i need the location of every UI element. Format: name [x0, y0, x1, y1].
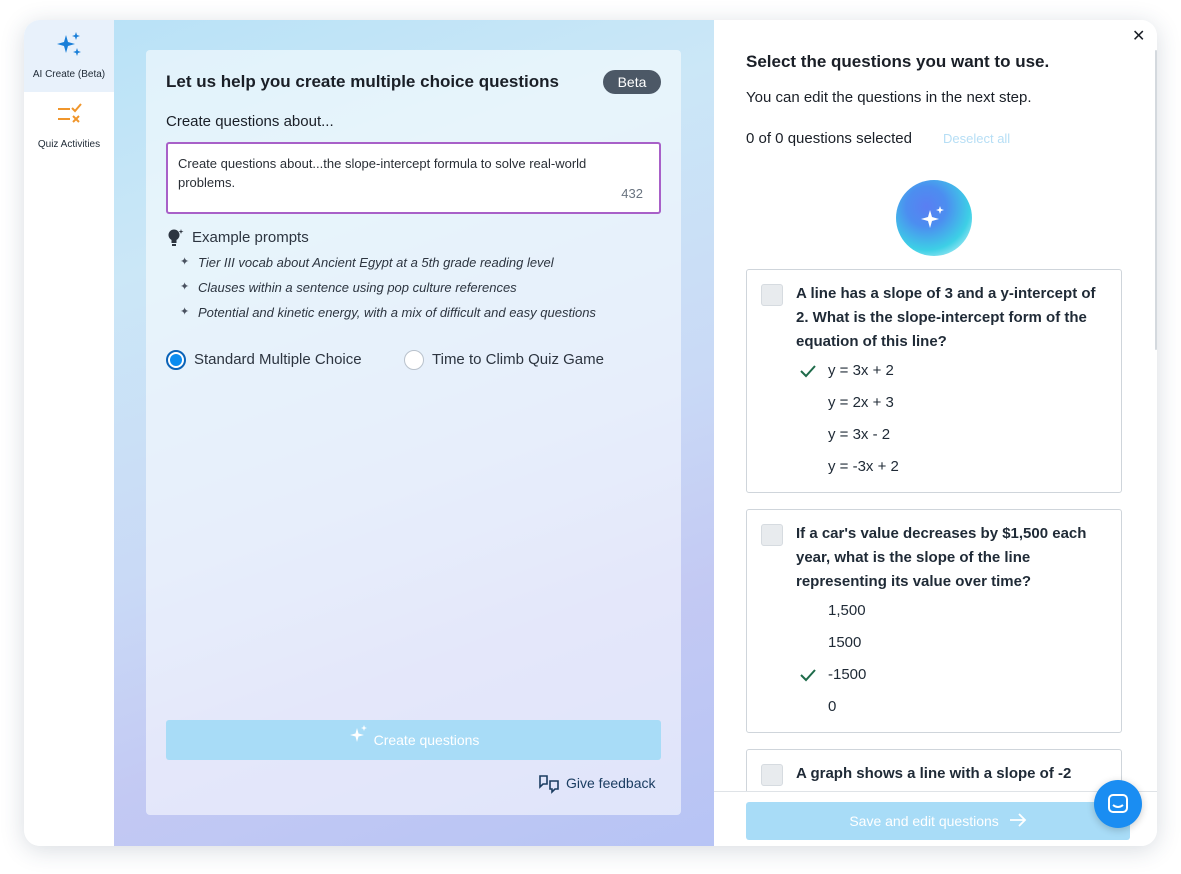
ai-orb-icon — [896, 180, 972, 256]
sparkle-icon: ✦ — [180, 281, 190, 293]
selected-count: 0 of 0 questions selected — [746, 130, 912, 147]
sparkles-icon — [348, 721, 370, 761]
create-panel: Let us help you create multiple choice q… — [114, 20, 714, 846]
sparkle-icon: ✦ — [180, 306, 190, 318]
deselect-all-button[interactable]: Deselect all — [943, 131, 1010, 146]
lightbulb-icon — [166, 228, 186, 252]
topic-input[interactable]: Create questions about...the slope-inter… — [166, 142, 661, 214]
answer-option: y = 3x + 2 — [828, 362, 894, 379]
create-card: Let us help you create multiple choice q… — [146, 50, 681, 815]
question-text: A graph shows a line with a slope of -2 — [796, 765, 1072, 782]
chat-icon — [1107, 793, 1129, 820]
beta-badge: Beta — [603, 70, 661, 94]
question-text: A line has a slope of 3 and a y-intercep… — [796, 285, 1096, 350]
radio-button-selected — [166, 350, 186, 370]
create-questions-button[interactable]: Create questions — [166, 720, 661, 760]
close-icon[interactable]: ✕ — [1132, 26, 1145, 46]
questions-subtitle: You can edit the questions in the next s… — [746, 89, 1032, 106]
ai-create-modal: AI Create (Beta) Quiz Activities Let us … — [24, 20, 1157, 846]
answer-option: 0 — [828, 698, 837, 715]
save-and-edit-button[interactable]: Save and edit questions — [746, 802, 1130, 840]
correct-check-icon — [799, 668, 817, 687]
question-checkbox[interactable] — [761, 764, 783, 786]
answer-option: -1500 — [828, 666, 867, 683]
arrow-right-icon — [1009, 803, 1027, 841]
questions-title: Select the questions you want to use. — [746, 52, 1050, 71]
sparkles-icon — [24, 20, 114, 65]
sidebar: AI Create (Beta) Quiz Activities — [24, 20, 114, 846]
sidebar-item-quiz-activities[interactable]: Quiz Activities — [24, 92, 114, 162]
questions-panel: ✕ Select the questions you want to use. … — [714, 20, 1157, 846]
topic-label: Create questions about... — [166, 113, 334, 130]
answer-option: 1,500 — [828, 602, 866, 619]
answer-option: y = -3x + 2 — [828, 458, 899, 475]
question-text: If a car's value decreases by $1,500 eac… — [796, 525, 1087, 590]
topic-input-value: Create questions about...the slope-inter… — [178, 156, 587, 190]
page-title: Let us help you create multiple choice q… — [166, 72, 559, 91]
scrollbar[interactable] — [1155, 50, 1157, 350]
question-card: If a car's value decreases by $1,500 eac… — [746, 509, 1122, 733]
questions-footer: Save and edit questions — [714, 791, 1157, 846]
sidebar-item-label: AI Create (Beta) — [32, 69, 106, 80]
question-checkbox[interactable] — [761, 284, 783, 306]
answer-option: y = 3x - 2 — [828, 426, 891, 443]
sidebar-item-label: Quiz Activities — [37, 139, 101, 150]
answer-option: 1500 — [828, 634, 862, 651]
sparkle-icon: ✦ — [180, 256, 190, 268]
question-card: A line has a slope of 3 and a y-intercep… — [746, 269, 1122, 493]
char-count: 432 — [621, 186, 643, 201]
checklist-icon — [24, 92, 114, 133]
answer-option: y = 2x + 3 — [828, 394, 894, 411]
chat-support-button[interactable] — [1094, 780, 1142, 828]
feedback-icon — [538, 774, 560, 797]
sidebar-item-ai-create[interactable]: AI Create (Beta) — [24, 20, 114, 92]
radio-button — [404, 350, 424, 370]
correct-check-icon — [799, 364, 817, 383]
question-checkbox[interactable] — [761, 524, 783, 546]
